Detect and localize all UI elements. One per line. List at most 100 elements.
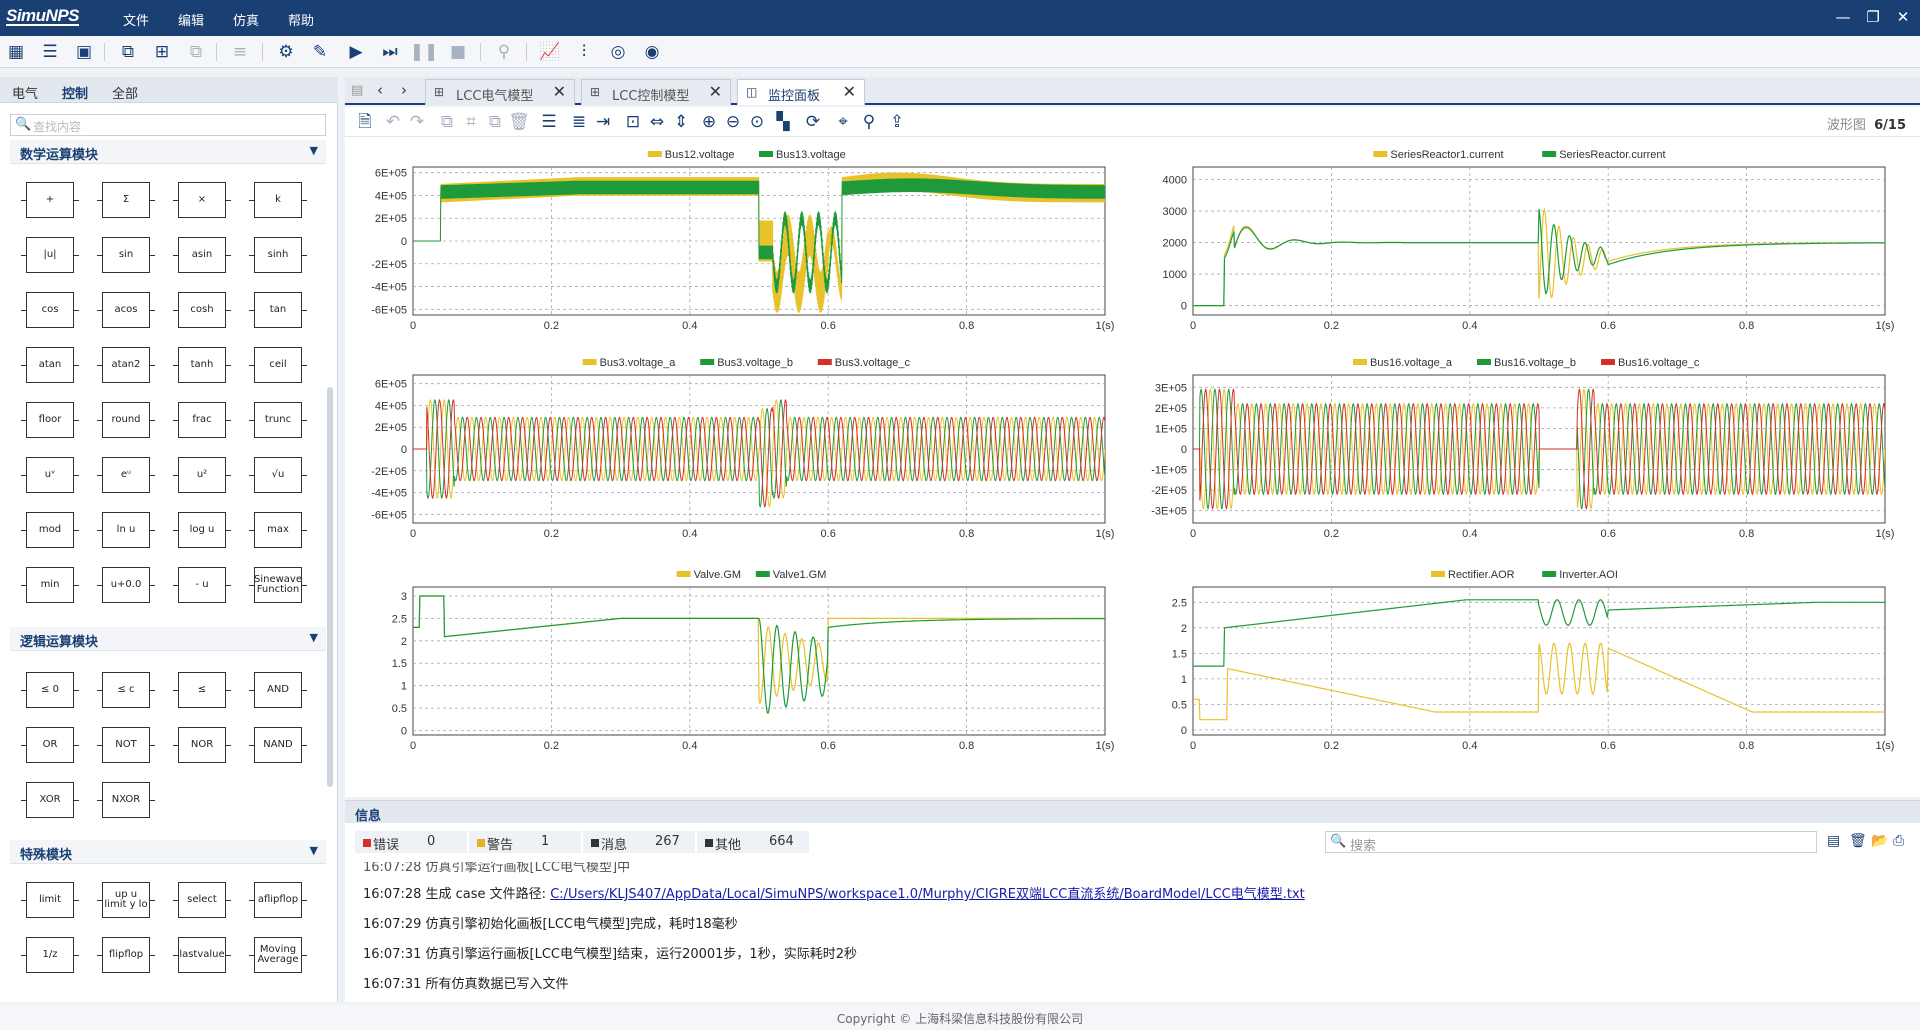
- pause-icon[interactable]: ❚❚: [410, 40, 439, 64]
- block-math-4[interactable]: |u|: [21, 237, 79, 273]
- block-math-7[interactable]: sinh: [249, 237, 307, 273]
- block-logic-5[interactable]: NOT: [97, 727, 155, 763]
- block-math-2[interactable]: ×: [173, 182, 231, 218]
- block-special-5[interactable]: flipflop: [97, 937, 155, 973]
- block-math-21[interactable]: eᵘ: [97, 457, 155, 493]
- tab-lcc-electrical[interactable]: ⊞ LCC电气模型 ✕: [425, 79, 575, 105]
- filter-errors[interactable]: 错误 0: [355, 831, 467, 853]
- category-math[interactable]: 数学运算模块 ▼: [10, 140, 326, 164]
- export-icon[interactable]: 🗎: [353, 110, 377, 134]
- block-logic-4[interactable]: OR: [21, 727, 79, 763]
- tab-electrical[interactable]: 电气: [12, 83, 38, 102]
- block-logic-2[interactable]: ≤: [173, 672, 231, 708]
- block-math-14[interactable]: tanh: [173, 347, 231, 383]
- settings-icon[interactable]: ⚙: [274, 40, 298, 64]
- block-special-2[interactable]: select: [173, 882, 231, 918]
- crop-icon[interactable]: ⌗: [459, 110, 483, 134]
- tab-prev-icon[interactable]: ‹: [377, 81, 383, 99]
- copy-icon[interactable]: ⧉: [116, 40, 140, 64]
- block-special-3[interactable]: aflipflop: [249, 882, 307, 918]
- delete-log-icon[interactable]: 🗑: [1849, 833, 1867, 849]
- refresh-icon[interactable]: ⟳: [801, 110, 825, 134]
- block-logic-3[interactable]: AND: [249, 672, 307, 708]
- waveform-plot-5[interactable]: Rectifier.AOR Inverter.AOI 0 0.2 0.4 0.6 0.8 1(…: [1125, 557, 1895, 767]
- monitor-icon[interactable]: ◎: [606, 40, 630, 64]
- grid-icon[interactable]: ▦: [4, 40, 28, 64]
- waveform-plot-1[interactable]: SeriesReactor1.current SeriesReactor.curr…: [1125, 137, 1895, 347]
- step-icon[interactable]: ⏭: [378, 40, 402, 64]
- block-math-29[interactable]: u+0.0: [97, 567, 155, 603]
- copy-icon[interactable]: ⧉: [435, 110, 459, 134]
- category-logic[interactable]: 逻辑运算模块 ▼: [10, 627, 326, 651]
- tab-all[interactable]: 全部: [112, 83, 138, 102]
- info-search-input[interactable]: 🔍 搜索: [1325, 831, 1817, 854]
- columns-icon[interactable]: ⇥: [591, 110, 615, 134]
- library-search-input[interactable]: 🔍 查找内容: [10, 114, 326, 136]
- rows-icon[interactable]: ≣: [567, 110, 591, 134]
- filter-other[interactable]: 其他 664: [697, 831, 809, 853]
- block-math-5[interactable]: sin: [97, 237, 155, 273]
- fit-height-icon[interactable]: ⇕: [669, 110, 693, 134]
- block-special-7[interactable]: Moving Average: [249, 937, 307, 973]
- menu-simulate[interactable]: 仿真: [233, 10, 259, 29]
- block-math-13[interactable]: atan2: [97, 347, 155, 383]
- block-special-6[interactable]: lastvalue: [173, 937, 231, 973]
- redo-icon[interactable]: ↷: [405, 110, 429, 134]
- delete-icon[interactable]: 🗑: [507, 110, 531, 134]
- edit-icon[interactable]: ✎: [308, 40, 332, 64]
- copy-log-icon[interactable]: ▤: [1827, 833, 1840, 849]
- block-logic-6[interactable]: NOR: [173, 727, 231, 763]
- block-math-3[interactable]: k: [249, 182, 307, 218]
- menu-file[interactable]: 文件: [123, 10, 149, 29]
- print-icon[interactable]: ⎙: [1893, 833, 1904, 849]
- zoom-out-icon[interactable]: ⊖: [721, 110, 745, 134]
- block-math-20[interactable]: uᵛ: [21, 457, 79, 493]
- tab-lcc-control[interactable]: ⊞ LCC控制模型 ✕: [581, 79, 731, 105]
- block-special-4[interactable]: 1/z: [21, 937, 79, 973]
- tab-next-icon[interactable]: ›: [401, 81, 407, 99]
- paste-icon[interactable]: ⧉: [483, 110, 507, 134]
- share-icon[interactable]: ⇪: [885, 110, 909, 134]
- block-logic-9[interactable]: NXOR: [97, 782, 155, 818]
- grid-layout-icon[interactable]: ▚: [771, 110, 795, 134]
- block-special-0[interactable]: limit: [21, 882, 79, 918]
- waveform-plot-4[interactable]: Valve.GM Valve1.GM 0 0.2 0.4 0.6 0.8 1(s) 3 2.5 2 1…: [345, 557, 1115, 767]
- tab-control[interactable]: 控制: [62, 83, 88, 102]
- block-math-16[interactable]: floor: [21, 402, 79, 438]
- block-math-26[interactable]: log u: [173, 512, 231, 548]
- block-math-6[interactable]: asin: [173, 237, 231, 273]
- waveform-plot-2[interactable]: Bus3.voltage_a Bus3.voltage_b Bus3.voltage…: [345, 345, 1115, 555]
- block-math-30[interactable]: - u: [173, 567, 231, 603]
- block-math-12[interactable]: atan: [21, 347, 79, 383]
- block-math-19[interactable]: trunc: [249, 402, 307, 438]
- waveform-plot-3[interactable]: Bus16.voltage_a Bus16.voltage_b Bus16.volt…: [1125, 345, 1895, 555]
- undo-icon[interactable]: ↶: [381, 110, 405, 134]
- list-icon[interactable]: ☰: [38, 40, 62, 64]
- block-math-8[interactable]: cos: [21, 292, 79, 328]
- block-special-1[interactable]: up u limit y lo: [97, 882, 155, 918]
- tabs-menu-icon[interactable]: ▤: [351, 83, 363, 98]
- fit-icon[interactable]: ⊡: [621, 110, 645, 134]
- library-scrollbar[interactable]: [327, 387, 333, 787]
- block-math-10[interactable]: cosh: [173, 292, 231, 328]
- layout-icon[interactable]: ☰: [537, 110, 561, 134]
- block-math-1[interactable]: Σ: [97, 182, 155, 218]
- block-math-0[interactable]: +: [21, 182, 79, 218]
- zoom-region-icon[interactable]: ⊙: [745, 110, 769, 134]
- category-special[interactable]: 特殊模块 ▼: [10, 840, 326, 864]
- block-logic-7[interactable]: NAND: [249, 727, 307, 763]
- block-logic-0[interactable]: ≤ 0: [21, 672, 79, 708]
- tab-monitor-panel[interactable]: ◫ 监控面板 ✕: [737, 79, 865, 105]
- block-math-22[interactable]: u²: [173, 457, 231, 493]
- block-math-23[interactable]: √u: [249, 457, 307, 493]
- block-math-11[interactable]: tan: [249, 292, 307, 328]
- block-math-15[interactable]: ceil: [249, 347, 307, 383]
- debug-icon[interactable]: ⚲: [492, 40, 516, 64]
- new-model-icon[interactable]: ⊞: [150, 40, 174, 64]
- block-math-31[interactable]: Sinewave Function: [249, 567, 307, 603]
- paste-icon[interactable]: ⧉: [184, 40, 208, 64]
- block-math-17[interactable]: round: [97, 402, 155, 438]
- waveform-plot-0[interactable]: Bus12.voltage Bus13.voltage 0 0.2 0.4 0.6 0.8 1…: [345, 137, 1115, 347]
- menu-help[interactable]: 帮助: [288, 10, 314, 29]
- minimize-icon[interactable]: —: [1832, 7, 1854, 27]
